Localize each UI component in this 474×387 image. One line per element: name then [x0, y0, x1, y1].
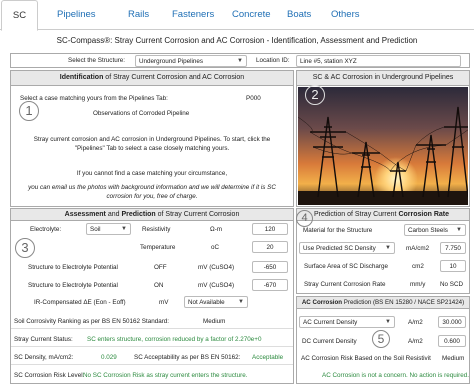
area-label: Surface Area of SC Discharge — [304, 263, 388, 270]
sc-status-label: Stray Current Status: — [14, 336, 73, 343]
chevron-down-icon: ▼ — [237, 58, 243, 64]
ir-unit: mV — [159, 299, 169, 306]
case-code: P000 — [246, 95, 261, 102]
image-panel-header: SC & AC Corrosion in Underground Pipelin… — [297, 71, 469, 86]
ac-current-density-select[interactable]: AC Current Density ▼ — [299, 316, 395, 328]
divider — [11, 328, 293, 329]
sc-status-value: SC enters structure, corrosion reduced b… — [87, 336, 262, 343]
ir-select[interactable]: Not Available ▼ — [184, 296, 248, 308]
soil-ranking-label: Soil Corrosivity Ranking as per BS EN 50… — [14, 318, 170, 325]
electrolyte-value: Soil — [90, 226, 101, 233]
tab-concrete[interactable]: Concrete — [232, 0, 271, 30]
ir-compensated-label: IR-Compensated ΔE (Eon - Eoff) — [34, 299, 126, 306]
location-label: Location ID: — [256, 57, 290, 64]
chevron-down-icon: ▼ — [385, 319, 391, 325]
chevron-down-icon: ▼ — [385, 245, 391, 251]
prediction-header: Prediction of Stray Current Corrosion Ra… — [297, 209, 469, 221]
density-source-select[interactable]: Use Predicted SC Density ▼ — [299, 242, 395, 254]
sc-acceptability-label: SC Acceptability as per BS EN 50162: — [134, 354, 241, 361]
soil-ranking-value: Medium — [203, 318, 226, 325]
rate-label: Stray Current Corrosion Rate — [304, 281, 386, 288]
material-select[interactable]: Carbon Steels ▼ — [404, 224, 466, 236]
tab-others[interactable]: Others — [331, 0, 360, 30]
area-input[interactable]: 10 — [440, 260, 466, 272]
observations-text: Observations of Corroded Pipeline — [93, 110, 190, 117]
potential-on-state: ON — [154, 282, 164, 289]
step-1-badge: 1 — [19, 101, 39, 121]
ac-current-density-label: AC Current Density — [303, 319, 358, 326]
density-input[interactable]: 7.750 — [440, 242, 466, 254]
tab-pipelines[interactable]: Pipelines — [57, 0, 96, 30]
chevron-down-icon: ▼ — [238, 299, 244, 305]
chevron-down-icon: ▼ — [456, 227, 462, 233]
ac-current-unit: A/m2 — [408, 319, 423, 326]
material-value: Carbon Steels — [408, 227, 448, 234]
structure-select[interactable]: Underground Pipelines ▼ — [135, 55, 247, 67]
potential-off-unit: mV (CuSO4) — [198, 264, 235, 271]
rate-value: No SCD — [440, 281, 464, 288]
ac-footer: AC Corrosion is not a concern. No action… — [322, 372, 469, 379]
density-unit: mA/cm2 — [406, 245, 430, 252]
potential-on-input[interactable]: -670 — [252, 279, 288, 291]
step-3-badge: 3 — [15, 238, 35, 258]
dc-current-unit: A/m2 — [408, 338, 423, 345]
area-unit: cm2 — [412, 263, 424, 270]
rate-unit: mm/y — [410, 281, 426, 288]
sc-risk-label: SC Corrosion Risk Level: — [14, 372, 85, 379]
assessment-header: Assessment and Prediction of Stray Curre… — [11, 209, 293, 221]
structure-label: Select the Structure: — [68, 57, 126, 64]
location-input[interactable]: Line #5, station XYZ — [296, 55, 461, 67]
tab-boats[interactable]: Boats — [287, 0, 311, 30]
tab-fasteners[interactable]: Fasteners — [172, 0, 214, 30]
dc-current-label: DC Current Density — [302, 338, 357, 345]
select-case-text: Select a case matching yours from the Pi… — [20, 95, 168, 102]
tab-sc[interactable]: SC — [1, 0, 38, 31]
density-source-value: Use Predicted SC Density — [303, 245, 376, 252]
temperature-label: Temperature — [140, 244, 176, 251]
chevron-down-icon: ▼ — [121, 226, 127, 232]
electrolyte-select[interactable]: Soil ▼ — [86, 223, 131, 235]
material-label: Material for the Structure — [303, 227, 373, 234]
identification-body: Stray current corrosion and AC corrosion… — [33, 136, 271, 152]
ac-risk-label: AC Corrosion Risk Based on the Soil Resi… — [301, 355, 431, 362]
step-5-badge: 5 — [372, 330, 390, 348]
tab-bar: SC Pipelines Rails Fasteners Concrete Bo… — [0, 0, 474, 31]
resistivity-input[interactable]: 120 — [252, 223, 288, 235]
identification-header: Identification of Stray Current Corrosio… — [11, 71, 293, 86]
potential-on-unit: mV (CuSO4) — [198, 282, 235, 289]
electrolyte-label: Electrolyte: — [30, 226, 62, 233]
sc-density-label: SC Density, mA/cm2: — [14, 354, 74, 361]
dc-current-input[interactable]: 0.600 — [438, 335, 466, 347]
ac-header: AC Corrosion Prediction (BS EN 15280 / N… — [297, 297, 469, 309]
divider — [11, 346, 293, 347]
temperature-unit: oC — [211, 244, 220, 251]
step-4-badge: 4 — [296, 210, 313, 227]
potential-off-label: Structure to Electrolyte Potential — [28, 264, 118, 271]
tab-rails[interactable]: Rails — [128, 0, 149, 30]
identification-body-3: you can email us the photos with backgro… — [28, 184, 276, 200]
power-lines-sunset-image — [298, 87, 468, 205]
potential-on-label: Structure to Electrolyte Potential — [28, 282, 118, 289]
ac-risk-value: Medium — [442, 355, 465, 362]
resistivity-unit: Ω-m — [210, 226, 223, 233]
step-2-badge: 2 — [305, 85, 325, 105]
sc-acceptability-value: Acceptable — [252, 354, 284, 361]
sc-risk-value: No SC Corrosion Risk as stray current en… — [83, 372, 248, 379]
structure-value: Underground Pipelines — [139, 58, 204, 65]
potential-off-state: OFF — [154, 264, 167, 271]
identification-body-2: If you cannot find a case matching your … — [76, 170, 228, 177]
ac-current-input[interactable]: 30.000 — [438, 316, 466, 328]
page-title: SC-Compass®: Stray Current Corrosion and… — [56, 36, 418, 45]
resistivity-label: Resistivity — [142, 226, 171, 233]
sc-density-value: 0.029 — [101, 354, 117, 361]
ir-value: Not Available — [188, 299, 225, 306]
divider — [11, 364, 293, 365]
temperature-input[interactable]: 20 — [252, 241, 288, 253]
potential-off-input[interactable]: -650 — [252, 261, 288, 273]
